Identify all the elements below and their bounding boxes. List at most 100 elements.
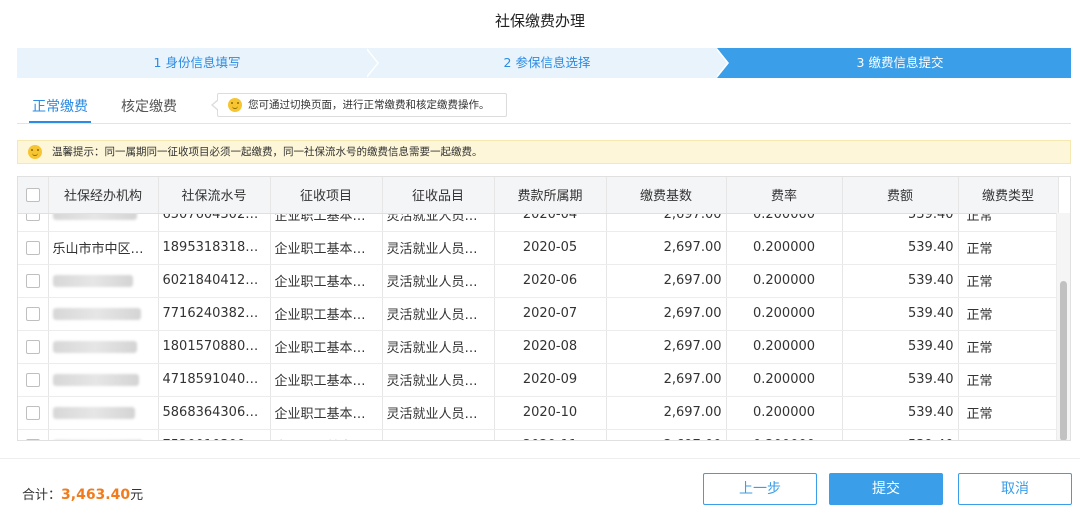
cell-rate-text: 0.200000 bbox=[752, 339, 816, 354]
cancel-button[interactable]: 取消 bbox=[958, 473, 1072, 505]
cell-amount: 539.40 bbox=[842, 396, 959, 430]
cell-serial: 58683643061y... bbox=[158, 396, 271, 430]
cell-rate: 0.200000 bbox=[726, 363, 843, 397]
cell-type-text: 正常 bbox=[966, 242, 993, 257]
table-row[interactable]: 47185910401y... 企业职工基本养... 灵活就业人员基... 2020-… bbox=[18, 363, 1059, 397]
cell-serial-text: 47185910401y... bbox=[162, 372, 270, 387]
cell-serial-text: 58683643061y... bbox=[162, 405, 270, 420]
cell-agency bbox=[48, 264, 159, 298]
row-checkbox[interactable] bbox=[25, 339, 40, 354]
cell-item: 企业职工基本养... bbox=[270, 264, 383, 298]
cell-serial-text: 77162403821y... bbox=[162, 306, 270, 321]
cell-serial: 75200103001y... bbox=[158, 429, 271, 440]
cell-rate-text: 0.200000 bbox=[752, 372, 816, 387]
cell-agency bbox=[48, 363, 159, 397]
row-checkbox[interactable] bbox=[25, 438, 40, 440]
step-payment-submit: 3 缴费信息提交 bbox=[717, 48, 1071, 78]
table-scrollbar[interactable] bbox=[1056, 213, 1070, 440]
select-all-cell bbox=[18, 177, 49, 214]
cell-type: 正常 bbox=[958, 396, 1059, 430]
col-header-agency: 社保经办机构 bbox=[48, 177, 159, 214]
cell-type: 正常 bbox=[958, 297, 1059, 331]
cell-rate-text: 0.200000 bbox=[752, 273, 816, 288]
cell-period: 2020-08 bbox=[494, 330, 607, 364]
cell-type: 正常 bbox=[958, 330, 1059, 364]
step-identity-info: 1 身份信息填写 bbox=[17, 48, 377, 78]
cell-type-text: 正常 bbox=[967, 440, 993, 441]
total-label: 合计： bbox=[22, 488, 62, 503]
row-checkbox[interactable] bbox=[25, 273, 40, 288]
cell-type: 正常 bbox=[958, 363, 1059, 397]
cell-amount: 539.40 bbox=[842, 297, 959, 331]
active-tab-indicator bbox=[29, 121, 91, 123]
smile-icon bbox=[228, 98, 242, 112]
row-select-cell bbox=[18, 231, 49, 265]
cell-category: 灵活就业人员基... bbox=[382, 330, 495, 364]
table-row[interactable]: 18015708801y... 企业职工基本养... 灵活就业人员基... 2020-… bbox=[18, 330, 1059, 364]
col-header-type: 缴费类型 bbox=[958, 177, 1059, 214]
row-select-cell bbox=[18, 264, 49, 298]
table-row[interactable]: 58683643061y... 企业职工基本养... 灵活就业人员基... 2020-… bbox=[18, 396, 1059, 430]
step-progress: 1 身份信息填写 2 参保信息选择 3 缴费信息提交 bbox=[17, 48, 1071, 78]
cell-amount-text: 539.40 bbox=[908, 240, 954, 255]
cell-type: 正常 bbox=[958, 429, 1059, 441]
col-header-item: 征收项目 bbox=[270, 177, 383, 214]
table-row[interactable]: 60218404121y... 企业职工基本养... 灵活就业人员基... 2020-… bbox=[18, 264, 1059, 298]
cell-period: 2020-05 bbox=[494, 231, 607, 265]
cell-item: 企业职工基本养... bbox=[270, 231, 383, 265]
cell-serial-text: 75200103001y... bbox=[163, 438, 270, 440]
scrollbar-thumb[interactable] bbox=[1060, 281, 1067, 440]
row-checkbox[interactable] bbox=[25, 372, 40, 387]
cell-serial: 18015708801y... bbox=[158, 330, 271, 364]
tab-normal-payment[interactable]: 正常缴费 bbox=[32, 96, 88, 116]
cell-base-text: 2,697.00 bbox=[663, 273, 722, 288]
cell-item: 企业职工基本养... bbox=[270, 429, 383, 440]
prev-step-button[interactable]: 上一步 bbox=[703, 473, 817, 505]
total-amount: 3,463.40 bbox=[61, 487, 131, 503]
cell-base: 2,697.00 bbox=[606, 396, 727, 430]
tab-tip-bubble: 您可通过切换页面，进行正常缴费和核定缴费操作。 bbox=[211, 93, 507, 117]
cell-serial-text: 60218404121y... bbox=[162, 273, 270, 288]
cell-period-text: 2020-06 bbox=[522, 273, 578, 288]
cell-category-text: 灵活就业人员基... bbox=[386, 275, 490, 290]
col-header-period: 费款所属期 bbox=[494, 177, 607, 214]
submit-button[interactable]: 提交 bbox=[829, 473, 943, 505]
cell-period: 2020-09 bbox=[494, 363, 607, 397]
table-row[interactable]: 乐山市市中区社... 18953183181y... 企业职工基本养... 灵活就业人… bbox=[18, 231, 1059, 265]
cell-rate-text: 0.200000 bbox=[752, 306, 816, 321]
cell-period-text: 2020-10 bbox=[522, 405, 578, 420]
cell-category-text: 灵活就业人员基... bbox=[386, 374, 490, 389]
tab-verified-payment[interactable]: 核定缴费 bbox=[121, 96, 177, 116]
cell-period: 2020-10 bbox=[494, 396, 607, 430]
cell-base: 2,697.00 bbox=[606, 429, 727, 440]
row-checkbox[interactable] bbox=[25, 306, 40, 321]
col-header-rate: 费率 bbox=[726, 177, 843, 214]
cell-item-text: 企业职工基本养... bbox=[274, 374, 378, 389]
table-row[interactable]: 75200103001y... 企业职工基本养... 灵活就业人员基... 2020-… bbox=[18, 429, 1059, 441]
cell-base-text: 2,697.00 bbox=[664, 438, 722, 440]
cell-period-text: 2020-05 bbox=[522, 240, 578, 255]
cell-agency bbox=[48, 297, 159, 331]
redacted-agency bbox=[52, 406, 135, 419]
payment-tabs: 正常缴费 核定缴费 bbox=[17, 92, 1071, 124]
cell-serial-text: 18953183181y... bbox=[162, 240, 270, 255]
select-all-checkbox[interactable] bbox=[25, 187, 40, 202]
cell-base: 2,697.00 bbox=[606, 363, 727, 397]
cell-item: 企业职工基本养... bbox=[270, 396, 383, 430]
cell-serial: 18953183181y... bbox=[158, 231, 271, 265]
cell-type-text: 正常 bbox=[966, 374, 993, 389]
row-select-cell bbox=[18, 396, 49, 430]
cell-item: 企业职工基本养... bbox=[270, 363, 383, 397]
cell-type-text: 正常 bbox=[966, 308, 993, 323]
row-checkbox[interactable] bbox=[25, 405, 40, 420]
cell-period-text: 2020-07 bbox=[522, 306, 578, 321]
cell-rate: 0.200000 bbox=[726, 297, 843, 331]
row-checkbox[interactable] bbox=[25, 240, 40, 255]
col-header-base: 缴费基数 bbox=[606, 177, 727, 214]
col-header-amount: 费额 bbox=[842, 177, 959, 214]
table-row[interactable]: 77162403821y... 企业职工基本养... 灵活就业人员基... 2020-… bbox=[18, 297, 1059, 331]
cell-amount: 539.40 bbox=[842, 231, 959, 265]
cell-type-text: 正常 bbox=[966, 407, 993, 422]
cell-category-text: 灵活就业人员基... bbox=[386, 341, 490, 356]
cell-agency bbox=[48, 429, 159, 440]
